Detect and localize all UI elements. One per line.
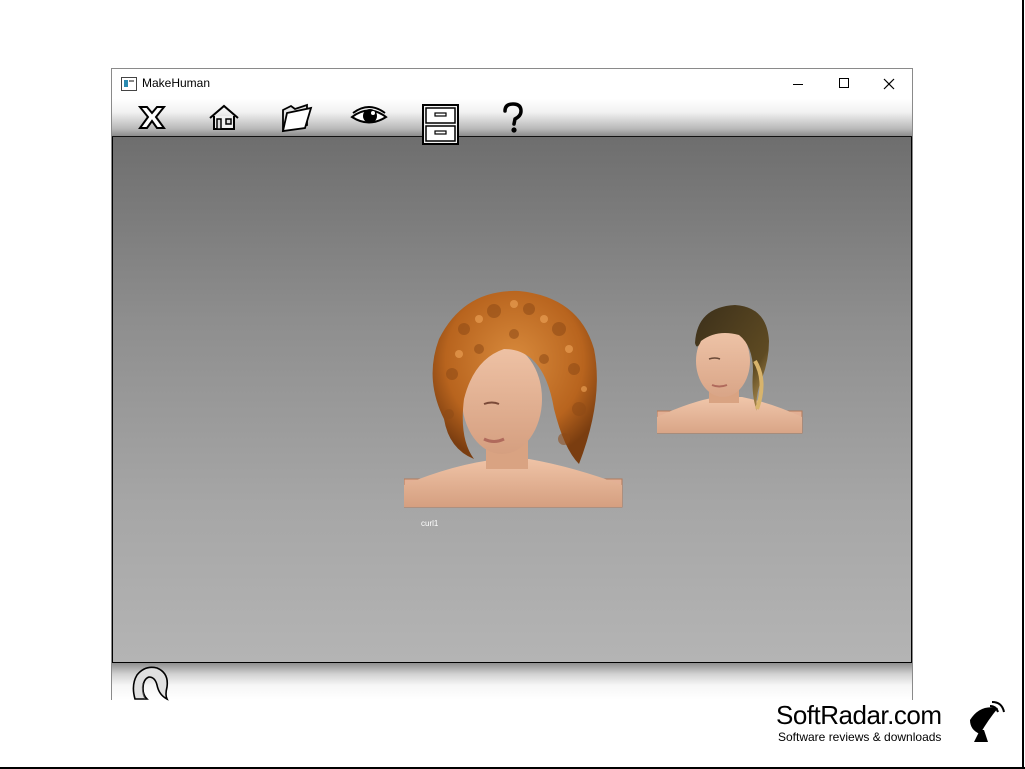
exit-button[interactable]	[132, 101, 172, 135]
app-window: MakeHuman curl1	[111, 68, 913, 701]
window-title: MakeHuman	[142, 76, 211, 90]
hair-item-short[interactable]	[656, 301, 803, 435]
close-x-icon	[137, 106, 167, 129]
close-icon	[883, 78, 895, 90]
hair-library-viewport: curl1	[112, 137, 912, 662]
app-icon	[121, 77, 137, 91]
hair-category-button[interactable]	[127, 665, 171, 701]
satellite-dish-icon	[970, 701, 1005, 742]
home-icon	[209, 104, 239, 130]
short-hair-thumbnail	[656, 305, 803, 434]
load-button[interactable]	[277, 101, 317, 135]
question-mark-icon	[503, 102, 523, 133]
view-button[interactable]	[349, 101, 389, 135]
watermark-name: SoftRadar.com	[776, 700, 942, 730]
watermark: SoftRadar.com Software reviews & downloa…	[776, 700, 1016, 750]
eye-icon	[350, 106, 388, 124]
toolbar	[112, 99, 912, 145]
maximize-button[interactable]	[821, 69, 867, 99]
status-bar	[112, 662, 912, 701]
minimize-button[interactable]	[775, 69, 821, 99]
curly-hair-thumbnail	[403, 290, 623, 508]
help-button[interactable]	[493, 101, 533, 135]
folder-icon	[281, 103, 313, 133]
title-bar[interactable]: MakeHuman	[112, 69, 912, 99]
hair-item-curl1[interactable]	[403, 289, 623, 509]
library-button[interactable]	[421, 104, 461, 145]
file-cabinet-icon	[422, 104, 459, 145]
watermark-tagline: Software reviews & downloads	[778, 730, 942, 744]
close-button[interactable]	[866, 69, 912, 99]
home-button[interactable]	[204, 101, 244, 135]
frame-right-edge	[1022, 0, 1024, 769]
hair-icon	[132, 666, 169, 701]
hair-item-label: curl1	[421, 519, 439, 528]
